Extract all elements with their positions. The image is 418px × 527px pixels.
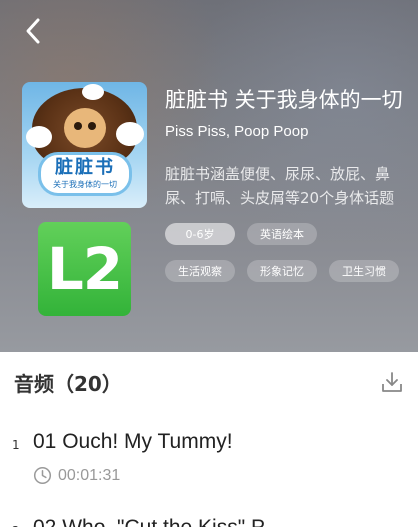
track-item[interactable]: 1 01 Ouch! My Tummy! 00:01:31 (0, 430, 418, 490)
tag-english-picture-book[interactable]: 英语绘本 (247, 223, 317, 245)
book-description: 脏脏书涵盖便便、尿尿、放屁、鼻屎、打嗝、头皮屑等20个身体话题 (165, 165, 395, 207)
album-header: 脏脏书 关于我身体的一切 L2 脏脏书 关于我身体的一切 Piss Piss, … (0, 0, 418, 352)
chevron-left-icon (26, 18, 40, 44)
audio-section-title: 音频（20） (14, 372, 122, 396)
audio-section: 音频（20） 1 01 Ouch! My Tummy! 00:01:31 2 0… (0, 352, 418, 527)
tag-hygiene-habits[interactable]: 卫生习惯 (329, 260, 399, 282)
clock-icon (33, 466, 52, 485)
download-icon (382, 372, 402, 392)
book-title: 脏脏书 关于我身体的一切 (165, 88, 403, 112)
track-index: 1 (12, 438, 20, 452)
track-item[interactable]: 2 02 Who, "Cut the Kiss" P... (0, 516, 418, 527)
tag-life-observation[interactable]: 生活观察 (165, 260, 235, 282)
back-button[interactable] (18, 16, 48, 46)
tag-age[interactable]: 0-6岁 (165, 223, 235, 245)
book-english-title: Piss Piss, Poop Poop (165, 123, 309, 140)
download-button[interactable] (380, 370, 404, 394)
track-name: 02 Who, "Cut the Kiss" P... (33, 516, 280, 527)
book-cover: 脏脏书 关于我身体的一切 (22, 82, 147, 208)
track-name: 01 Ouch! My Tummy! (33, 430, 233, 453)
tag-image-memory[interactable]: 形象记忆 (247, 260, 317, 282)
track-duration: 00:01:31 (33, 466, 120, 485)
cover-title: 脏脏书 关于我身体的一切 (38, 152, 132, 196)
level-badge: L2 (38, 222, 131, 316)
